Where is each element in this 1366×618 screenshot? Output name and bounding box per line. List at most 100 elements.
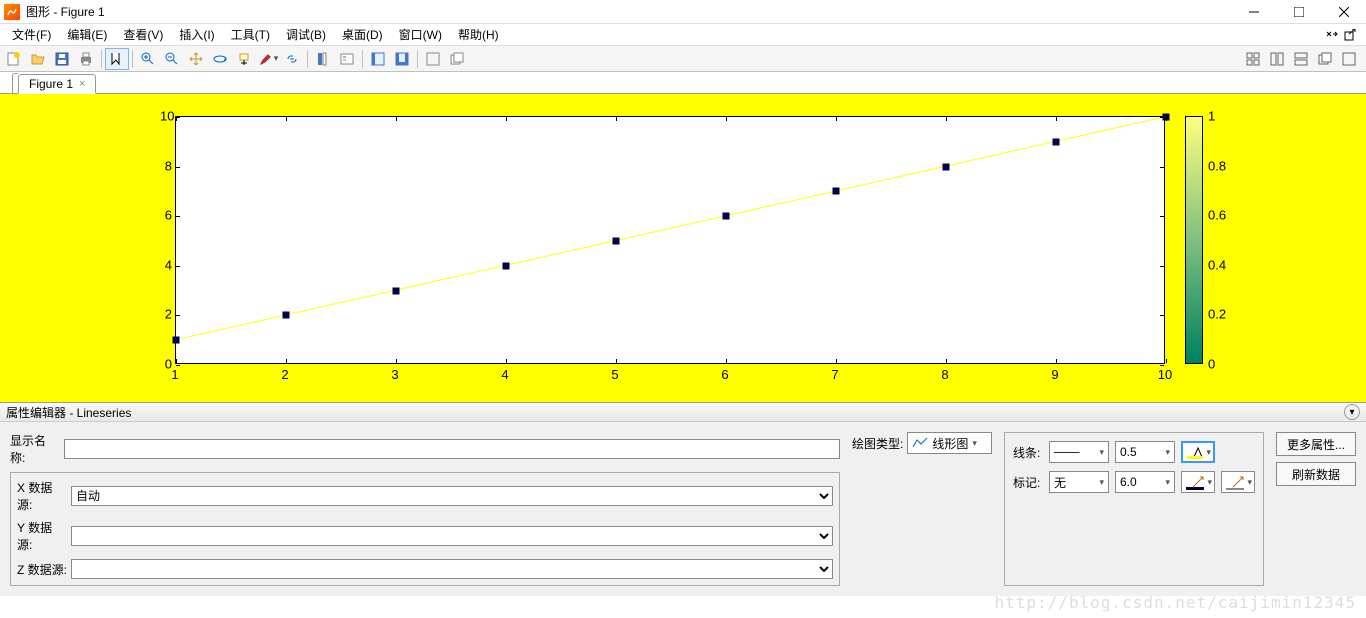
data-marker[interactable] [613,238,620,245]
line-style-select[interactable]: ───▾ [1049,441,1109,463]
layout-left-right-icon[interactable] [1265,48,1289,70]
menu-help[interactable]: 帮助(H) [450,26,507,43]
titlebar: 图形 - Figure 1 [0,0,1366,24]
colorbar[interactable] [1185,116,1203,364]
menu-view[interactable]: 查看(V) [115,26,171,43]
colorbar-tick-label: 0 [1208,357,1215,372]
figure-canvas[interactable]: 12345678910024681000.20.40.60.81 [0,94,1366,402]
toolbar: ▾ [0,46,1366,72]
x-tick-label: 5 [611,367,618,382]
z-datasource-select[interactable] [71,559,833,579]
y-tick-label: 10 [160,109,172,124]
menu-edit[interactable]: 编辑(E) [59,26,115,43]
tab-close-icon[interactable]: × [79,78,85,90]
x-tick-label: 8 [941,367,948,382]
data-marker[interactable] [723,213,730,220]
display-name-input[interactable] [64,439,840,459]
layout-max-icon[interactable] [1337,48,1361,70]
marker-style-select[interactable]: 无▾ [1049,471,1109,493]
plot-type-select[interactable]: 线形图 ▾ [907,432,992,454]
y-tick-label: 8 [160,158,172,173]
x-tick-label: 10 [1158,367,1172,382]
save-icon[interactable] [50,48,74,70]
new-figure-icon[interactable] [2,48,26,70]
menu-file[interactable]: 文件(F) [4,26,59,43]
y-datasource-select[interactable] [71,526,833,546]
menu-window[interactable]: 窗口(W) [391,26,450,43]
undock-icon[interactable] [1342,27,1358,43]
menubar: 文件(F) 编辑(E) 查看(V) 插入(I) 工具(T) 调试(B) 桌面(D… [0,24,1366,46]
zoom-in-icon[interactable] [136,48,160,70]
data-marker[interactable] [1053,138,1060,145]
watermark: http://blog.csdn.net/caijimin12345 [994,593,1356,612]
pan-icon[interactable] [184,48,208,70]
display-name-label: 显示名称: [10,432,60,466]
edit-plot-icon[interactable] [105,48,129,70]
colorbar-tick-label: 1 [1208,109,1215,124]
marker-edge-color-button[interactable]: ▾ [1181,471,1215,493]
data-marker[interactable] [833,188,840,195]
brush-icon[interactable]: ▾ [256,48,280,70]
y-tick-label: 6 [160,208,172,223]
dock-arrow-icon[interactable] [1324,27,1340,43]
minimize-button[interactable] [1231,0,1276,24]
marker-label: 标记: [1013,474,1043,491]
open-icon[interactable] [26,48,50,70]
data-marker[interactable] [943,163,950,170]
x-datasource-select[interactable]: 自动 [71,486,833,506]
layout-top-bottom-icon[interactable] [1289,48,1313,70]
line-color-button[interactable]: ▾ [1181,441,1215,463]
insert-colorbar-icon[interactable] [311,48,335,70]
link-icon[interactable] [280,48,304,70]
x-datasource-label: X 数据源: [17,479,67,513]
window-title: 图形 - Figure 1 [26,3,105,20]
menu-desktop[interactable]: 桌面(D) [334,26,391,43]
property-editor-collapse-icon[interactable]: ▾ [1344,404,1360,420]
float-icon[interactable] [445,48,469,70]
hide-plot-tools-icon[interactable] [366,48,390,70]
data-marker[interactable] [393,287,400,294]
z-datasource-label: Z 数据源: [17,561,67,578]
figure-tabbar: Figure 1 × [0,72,1366,94]
figure-tab[interactable]: Figure 1 × [18,74,96,94]
property-editor-title: 属性编辑器 - Lineseries [6,404,131,421]
marker-face-color-button[interactable]: ▾ [1221,471,1255,493]
show-plot-tools-icon[interactable] [390,48,414,70]
colorbar-tick-label: 0.8 [1208,158,1226,173]
axes[interactable] [175,116,1165,364]
menu-tools[interactable]: 工具(T) [223,26,278,43]
print-icon[interactable] [74,48,98,70]
tab-label: Figure 1 [29,77,73,91]
maximize-button[interactable] [1276,0,1321,24]
layout-float-icon[interactable] [1313,48,1337,70]
plot-type-label: 绘图类型: [852,435,903,452]
data-marker[interactable] [503,262,510,269]
data-marker[interactable] [283,312,290,319]
line-width-select[interactable]: 0.5▾ [1115,441,1175,463]
more-properties-button[interactable]: 更多属性... [1276,432,1356,456]
rotate-3d-icon[interactable] [208,48,232,70]
y-tick-label: 4 [160,257,172,272]
x-tick-label: 3 [391,367,398,382]
menu-debug[interactable]: 调试(B) [278,26,334,43]
data-marker[interactable] [173,337,180,344]
tile-icon[interactable] [421,48,445,70]
menu-insert[interactable]: 插入(I) [171,26,222,43]
y-tick-label: 0 [160,357,172,372]
zoom-out-icon[interactable] [160,48,184,70]
insert-legend-icon[interactable] [335,48,359,70]
line-plot-icon [912,437,928,449]
close-button[interactable] [1321,0,1366,24]
data-cursor-icon[interactable] [232,48,256,70]
refresh-data-button[interactable]: 刷新数据 [1276,462,1356,486]
layout-grid-icon[interactable] [1241,48,1265,70]
marker-size-select[interactable]: 6.0▾ [1115,471,1175,493]
line-label: 线条: [1013,444,1043,461]
app-icon [4,4,20,20]
x-tick-label: 4 [501,367,508,382]
colorbar-tick-label: 0.2 [1208,307,1226,322]
y-tick-label: 2 [160,307,172,322]
x-tick-label: 2 [281,367,288,382]
colorbar-tick-label: 0.6 [1208,208,1226,223]
colorbar-tick-label: 0.4 [1208,257,1226,272]
